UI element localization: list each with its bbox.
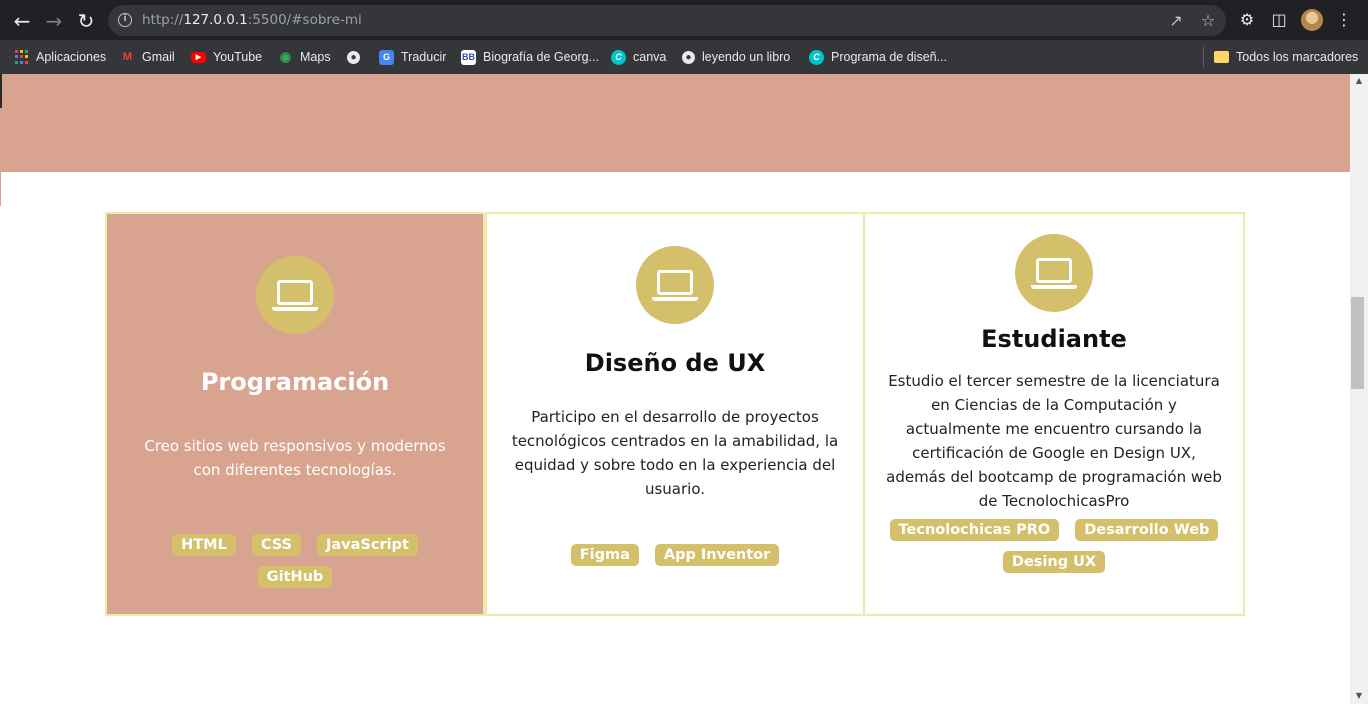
bookmark-label: Gmail [142, 50, 175, 64]
folder-icon [1214, 51, 1229, 63]
card-description: Creo sitios web responsivos y modernos c… [144, 437, 446, 479]
reload-button[interactable]: ↻ [73, 8, 99, 34]
forward-button[interactable]: → [41, 8, 67, 34]
browser-toolbar: ← → ↻ i http://127.0.0.1:5500/#sobre-mi … [0, 0, 1368, 40]
info-icon[interactable]: i [118, 13, 132, 27]
tag-figma: Figma [570, 544, 639, 566]
canva-icon: C [611, 49, 626, 65]
bookmark-aplicaciones[interactable]: Aplicaciones [14, 48, 106, 66]
bb-icon: BB [461, 49, 476, 65]
profile-avatar[interactable] [1301, 9, 1323, 31]
bookmarks-separator [1203, 47, 1204, 67]
scrollbar-thumb[interactable] [1351, 297, 1364, 389]
laptop-icon [636, 246, 714, 324]
side-panel-icon[interactable]: ◫ [1268, 9, 1290, 31]
card-description: Participo en el desarrollo de proyectos … [511, 408, 839, 498]
card-estudiante: Estudiante Estudio el tercer semestre de… [865, 212, 1245, 616]
card-description: Estudio el tercer semestre de la licenci… [886, 372, 1222, 510]
bookmark-maps[interactable]: ◉ Maps [278, 48, 331, 66]
about-me-cards: Programación Creo sitios web responsivos… [105, 212, 1245, 616]
bookmark-label: Traducir [401, 50, 447, 64]
bookmarks-bar: Aplicaciones M Gmail ▶ YouTube ◉ Maps ● … [0, 40, 1368, 74]
bookmark-label: Maps [300, 50, 331, 64]
menu-kebab-icon[interactable]: ⋮ [1333, 9, 1355, 31]
address-bar[interactable]: i http://127.0.0.1:5500/#sobre-mi ↗ ☆ [108, 5, 1226, 36]
tag-github: GitHub [257, 566, 333, 588]
all-bookmarks-label: Todos los marcadores [1236, 50, 1359, 64]
bookmark-traducir[interactable]: G Traducir [379, 48, 446, 66]
bookmark-programa[interactable]: C Programa de diseñ... [809, 48, 947, 66]
tag-tecnolochicas-pro: Tecnolochicas PRO [889, 519, 1060, 541]
maps-pin-icon: ◉ [279, 49, 292, 64]
bookmark-label: leyendo un libro [702, 50, 791, 64]
star-icon[interactable]: ☆ [1198, 11, 1218, 31]
globe-icon: ● [682, 50, 695, 64]
back-button[interactable]: ← [9, 8, 35, 34]
hero-banner [0, 74, 1350, 172]
bookmark-label: Biografía de Georg... [483, 50, 600, 64]
canva-icon: C [809, 49, 824, 65]
laptop-icon [1015, 234, 1093, 312]
bookmark-leyendo[interactable]: ● leyendo un libro [682, 48, 790, 66]
tag-desarrollo-web: Desarrollo Web [1075, 519, 1219, 541]
bookmark-label: canva [633, 50, 667, 64]
bookmark-youtube[interactable]: ▶ YouTube [191, 48, 262, 66]
scroll-up-arrow-icon[interactable]: ▲ [1350, 74, 1368, 88]
laptop-icon [256, 256, 334, 334]
globe-icon: ● [347, 50, 360, 64]
card-diseno-ux: Diseño de UX Participo en el desarrollo … [485, 212, 865, 616]
bookmark-label: Programa de diseñ... [831, 50, 948, 64]
bookmark-canva[interactable]: C canva [611, 48, 666, 66]
translate-icon: G [379, 49, 394, 65]
bookmark-label: Aplicaciones [36, 50, 107, 64]
tag-javascript: JavaScript [316, 534, 418, 556]
extensions-icon[interactable]: ⚙ [1236, 9, 1258, 31]
bookmark-gmail[interactable]: M Gmail [120, 48, 175, 66]
youtube-icon: ▶ [191, 51, 206, 63]
card-title: Programación [200, 368, 390, 396]
page-scrollbar[interactable] [1350, 74, 1368, 704]
tag-css: CSS [251, 534, 301, 556]
scroll-down-arrow-icon[interactable]: ▼ [1350, 689, 1368, 703]
url-text[interactable]: http://127.0.0.1:5500/#sobre-mi [142, 12, 362, 28]
card-tags: Figma App Inventor [487, 544, 863, 566]
hero-edge-line [0, 74, 2, 108]
tag-desing-ux: Desing UX [1002, 551, 1106, 573]
all-bookmarks[interactable]: Todos los marcadores [1214, 48, 1358, 66]
bookmark-biografia[interactable]: BB Biografía de Georg... [461, 48, 599, 66]
card-title: Diseño de UX [584, 349, 766, 377]
page-viewport: Programación Creo sitios web responsivos… [0, 74, 1350, 704]
card-programacion: Programación Creo sitios web responsivos… [105, 212, 485, 616]
tag-app-inventor: App Inventor [654, 544, 780, 566]
card-title: Estudiante [981, 325, 1127, 353]
tag-html: HTML [172, 534, 236, 556]
hero-edge-tick [0, 172, 1, 206]
card-tags: HTML CSS JavaScript GitHub [107, 534, 483, 588]
bookmark-globe[interactable]: ● [347, 48, 360, 66]
apps-grid-icon [14, 49, 29, 65]
bookmark-label: YouTube [213, 50, 263, 64]
gmail-icon: M [122, 51, 133, 63]
share-icon[interactable]: ↗ [1166, 11, 1186, 31]
card-tags: Tecnolochicas PRO Desarrollo Web Desing … [865, 519, 1243, 573]
